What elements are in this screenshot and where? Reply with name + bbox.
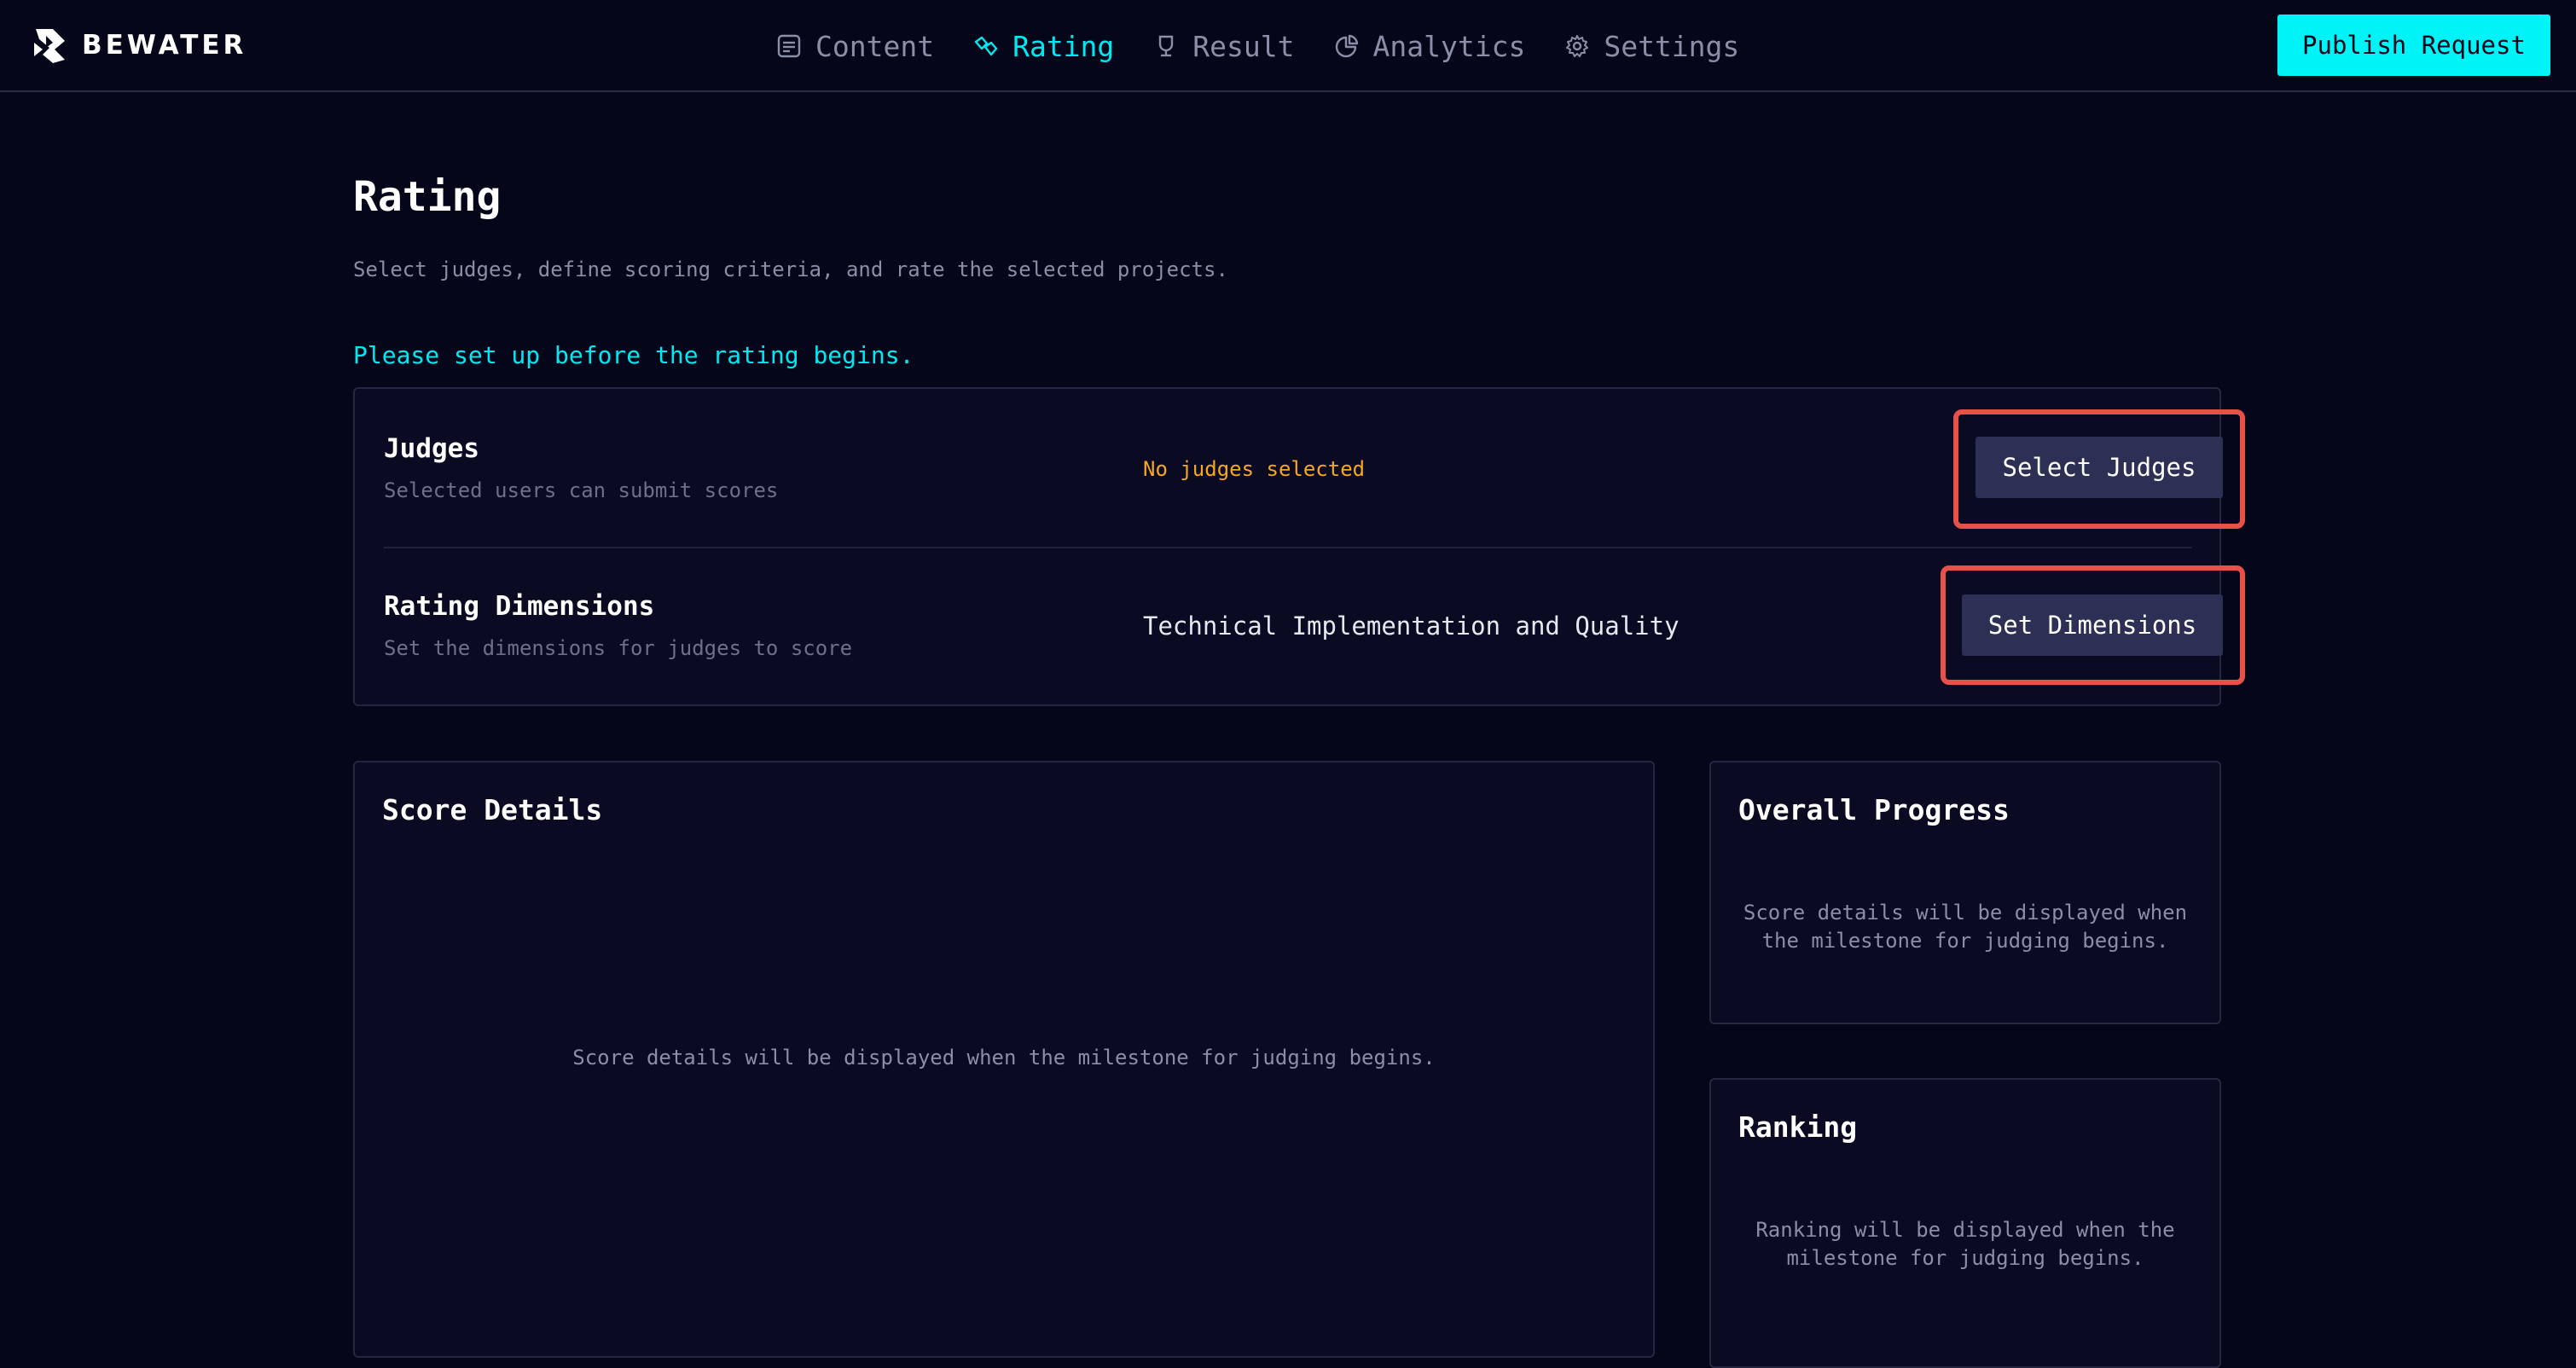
ranking-message: Ranking will be displayed when the miles… (1755, 1218, 2175, 1270)
brand-name: BEWATER (82, 30, 247, 61)
document-icon (777, 34, 801, 58)
nav-item-settings[interactable]: Settings (1564, 30, 1739, 63)
dimensions-description: Set the dimensions for judges to score (384, 636, 853, 660)
overall-progress-message: Score details will be displayed when the… (1743, 901, 2188, 953)
overall-progress-title: Overall Progress (1738, 793, 2010, 826)
nav-item-rating[interactable]: Rating (973, 30, 1114, 63)
page-title: Rating (353, 173, 502, 221)
overall-progress-panel: Overall Progress Score details will be d… (1709, 761, 2221, 1024)
setup-notice: Please set up before the rating begins. (353, 341, 914, 369)
nav-label-settings: Settings (1604, 29, 1740, 63)
ranking-panel: Ranking Ranking will be displayed when t… (1709, 1078, 2221, 1368)
setup-card: Judges Selected users can submit scores … (353, 387, 2245, 706)
judges-status: No judges selected (1143, 457, 1366, 481)
brand-logo[interactable]: BEWATER (31, 24, 247, 67)
judges-row: Judges Selected users can submit scores … (384, 389, 2245, 548)
dimensions-row: Rating Dimensions Set the dimensions for… (384, 547, 2245, 704)
nav-label-result: Result (1192, 29, 1295, 63)
main-nav: Content Rating Result Analytics Settings (776, 22, 1778, 70)
judges-description: Selected users can submit scores (384, 478, 779, 502)
ranking-title: Ranking (1738, 1110, 1858, 1144)
nav-item-analytics[interactable]: Analytics (1334, 29, 1526, 63)
rating-icon (974, 36, 998, 56)
nav-item-result[interactable]: Result (1153, 29, 1295, 63)
page-subtitle: Select judges, define scoring criteria, … (353, 258, 1228, 281)
score-details-message: Score details will be displayed when the… (572, 1046, 1436, 1069)
bewater-logo-icon (34, 29, 65, 63)
publish-request-button[interactable]: Publish Request (2277, 14, 2550, 76)
select-judges-button[interactable]: Select Judges (1976, 437, 2223, 498)
top-navigation-bar: BEWATER Content Rating Result Analytics … (0, 0, 2576, 92)
pie-chart-icon (1335, 34, 1358, 58)
score-details-title: Score Details (382, 793, 603, 826)
score-details-panel: Score Details Score details will be disp… (353, 761, 1655, 1358)
trophy-icon (1159, 35, 1174, 57)
dimensions-title: Rating Dimensions (384, 591, 655, 622)
nav-item-content[interactable]: Content (776, 30, 934, 63)
judges-title: Judges (384, 433, 479, 464)
set-dimensions-button[interactable]: Set Dimensions (1962, 594, 2223, 656)
dimensions-value: Technical Implementation and Quality (1143, 612, 1680, 641)
nav-label-content: Content (815, 29, 935, 63)
nav-label-analytics: Analytics (1372, 29, 1526, 63)
gear-icon (1566, 35, 1589, 57)
nav-label-rating: Rating (1012, 29, 1115, 63)
